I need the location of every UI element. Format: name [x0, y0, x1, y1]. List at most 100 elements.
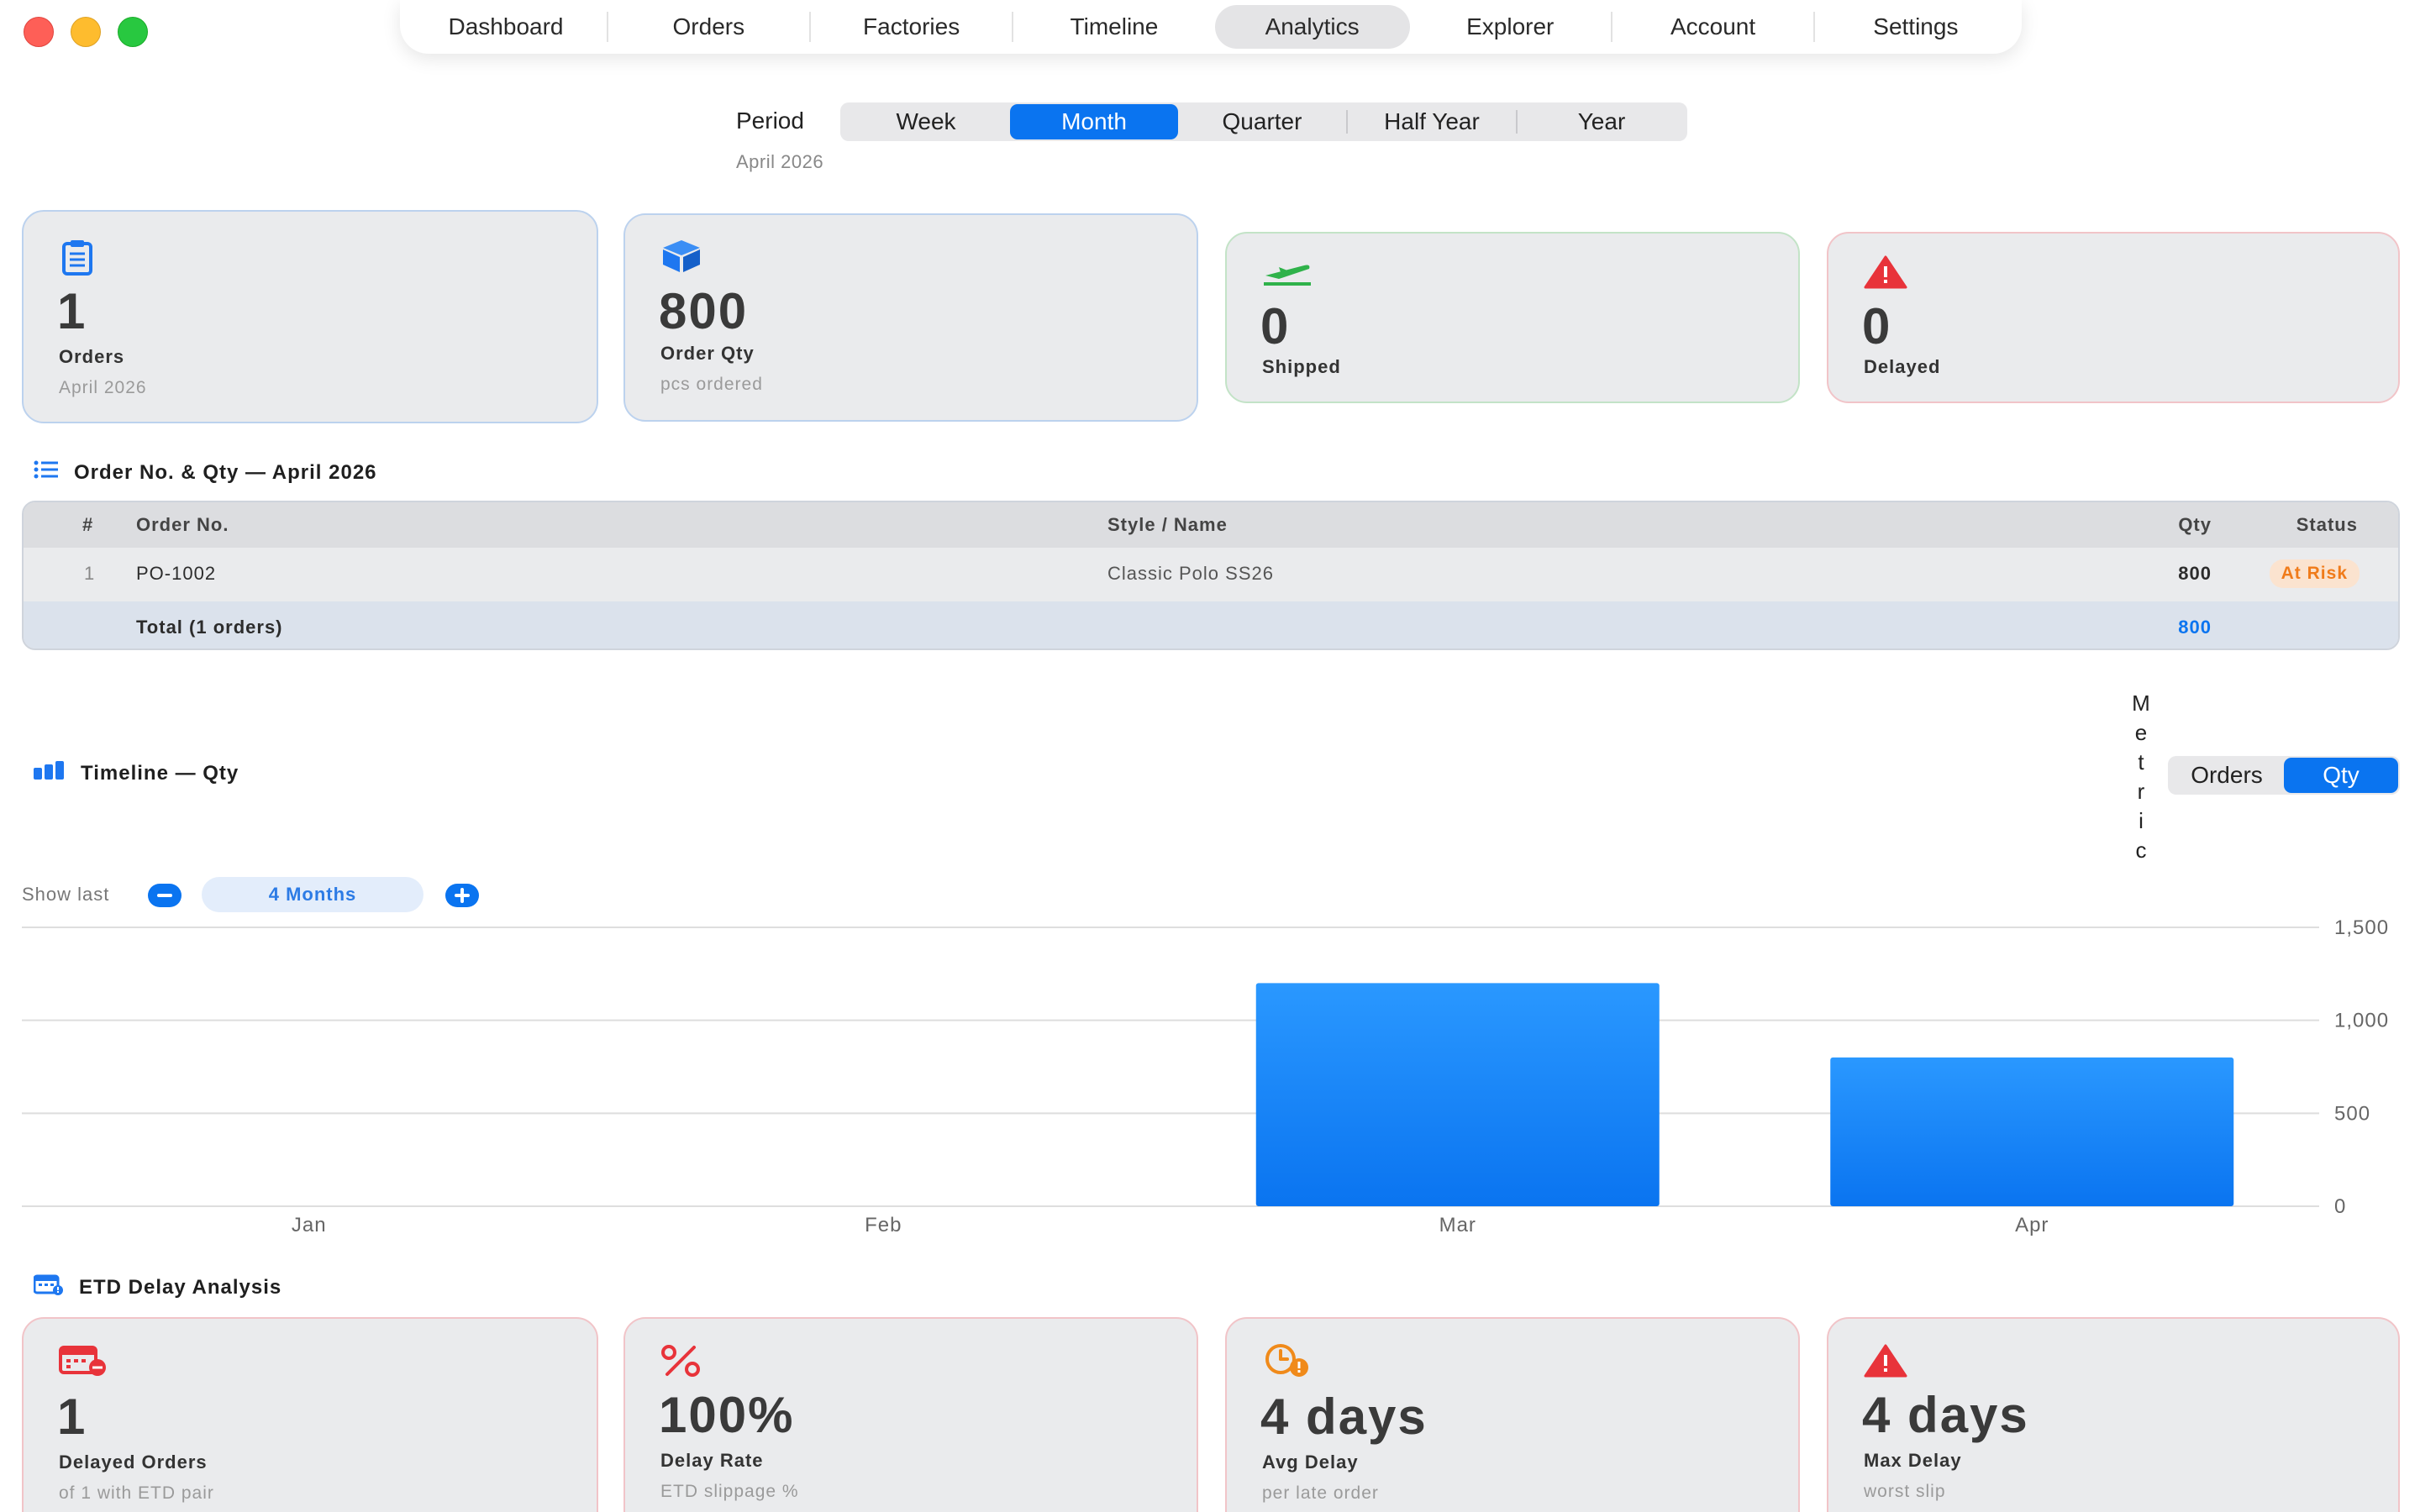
delay-card-delayed-orders: 1 Delayed Orders of 1 with ETD pair	[22, 1317, 598, 1512]
timeline-section-heading: Timeline — Qty	[34, 761, 239, 785]
row-number: 1	[84, 563, 96, 584]
orders-sub: April 2026	[59, 378, 147, 397]
delay-card-avg-delay: 4 days Avg Delay per late order	[1225, 1317, 1800, 1512]
period-segmented-control: Week Month Quarter Half Year Year	[840, 102, 1687, 141]
delayed-orders-sub: of 1 with ETD pair	[59, 1483, 214, 1503]
delayed-orders-label: Delayed Orders	[59, 1452, 208, 1473]
warning-icon	[1864, 255, 1907, 293]
stat-card-orders: 1 Orders April 2026	[22, 210, 598, 423]
etd-section-heading: ETD Delay Analysis	[33, 1273, 282, 1301]
shipped-value: 0	[1260, 298, 1291, 354]
table-header: # Order No. Style / Name Qty Status	[24, 502, 2398, 548]
timeline-section-title: Timeline — Qty	[81, 761, 239, 785]
y-tick-label: 500	[2334, 1102, 2370, 1125]
percent-icon	[660, 1344, 702, 1382]
col-header-style[interactable]: Style / Name	[1107, 514, 1228, 536]
x-tick-label: Jan	[292, 1214, 327, 1236]
col-header-qty[interactable]: Qty	[2178, 514, 2212, 536]
metric-label: M e t r i c	[2132, 690, 2150, 863]
plus-icon	[455, 888, 470, 903]
nav-divider	[1813, 12, 1816, 42]
shipped-label: Shipped	[1262, 356, 1341, 377]
row-qty: 800	[2178, 563, 2212, 584]
window-controls	[24, 17, 148, 47]
delay-card-max-delay: 4 days Max Delay worst slip	[1827, 1317, 2400, 1512]
bar-mar[interactable]	[1255, 983, 1660, 1206]
metric-orders-option[interactable]: Orders	[2170, 758, 2284, 793]
max-delay-value: 4 days	[1862, 1387, 2029, 1443]
maximize-window-button[interactable]	[118, 17, 148, 47]
bar-apr[interactable]	[1830, 1057, 2234, 1206]
metric-qty-option[interactable]: Qty	[2284, 758, 2398, 793]
period-half-year[interactable]: Half Year	[1348, 104, 1516, 139]
avg-delay-sub: per late order	[1262, 1483, 1379, 1503]
status-badge: At Risk	[2269, 559, 2360, 588]
calendar-alert-icon	[33, 1273, 64, 1301]
list-icon	[34, 460, 59, 485]
col-header-order-no[interactable]: Order No.	[136, 514, 229, 536]
stat-card-shipped: 0 Shipped	[1225, 232, 1800, 403]
nav-divider	[1610, 12, 1612, 42]
stat-card-delayed: 0 Delayed	[1827, 232, 2400, 403]
row-style: Classic Polo SS26	[1107, 563, 1274, 584]
avg-delay-label: Avg Delay	[1262, 1452, 1359, 1473]
nav-timeline[interactable]: Timeline	[1017, 5, 1212, 49]
order-qty-sub: pcs ordered	[660, 375, 763, 394]
x-tick-label: Mar	[1439, 1214, 1476, 1236]
nav-factories[interactable]: Factories	[814, 5, 1009, 49]
delay-rate-value: 100%	[659, 1387, 795, 1443]
x-tick-label: Feb	[865, 1214, 902, 1236]
delayed-orders-value: 1	[57, 1389, 87, 1445]
period-month[interactable]: Month	[1010, 104, 1178, 139]
col-header-number: #	[82, 514, 94, 535]
delay-rate-sub: ETD slippage %	[660, 1482, 799, 1501]
nav-divider	[606, 12, 608, 42]
delayed-label: Delayed	[1864, 356, 1941, 377]
delay-card-delay-rate: 100% Delay Rate ETD slippage %	[623, 1317, 1198, 1512]
calendar-x-icon	[59, 1344, 109, 1382]
bar-chart-icon	[34, 761, 66, 785]
period-year[interactable]: Year	[1518, 104, 1686, 139]
period-label: Period	[736, 108, 804, 134]
period-subtitle: April 2026	[736, 151, 824, 172]
airplane-icon	[1262, 257, 1313, 291]
nav-dashboard[interactable]: Dashboard	[408, 5, 603, 49]
col-header-status[interactable]: Status	[2296, 514, 2358, 536]
max-delay-label: Max Delay	[1864, 1450, 1962, 1471]
orders-section-heading: Order No. & Qty — April 2026	[34, 460, 377, 485]
orders-table: # Order No. Style / Name Qty Status 1 PO…	[22, 501, 2400, 650]
delay-rate-label: Delay Rate	[660, 1450, 764, 1471]
etd-section-title: ETD Delay Analysis	[79, 1275, 282, 1299]
stat-card-order-qty: 800 Order Qty pcs ordered	[623, 213, 1198, 422]
orders-section-title: Order No. & Qty — April 2026	[74, 460, 377, 484]
clipboard-icon	[59, 239, 96, 280]
x-tick-label: Apr	[2015, 1214, 2049, 1236]
nav-account[interactable]: Account	[1616, 5, 1811, 49]
y-tick-label: 1,500	[2334, 916, 2389, 939]
delayed-value: 0	[1862, 298, 1892, 354]
avg-delay-value: 4 days	[1260, 1389, 1428, 1445]
order-qty-label: Order Qty	[660, 343, 755, 364]
nav-explorer[interactable]: Explorer	[1413, 5, 1607, 49]
nav-divider	[808, 12, 811, 42]
increase-range-button[interactable]	[445, 884, 479, 907]
nav-analytics[interactable]: Analytics	[1214, 5, 1410, 49]
warning-icon	[1864, 1344, 1907, 1382]
max-delay-sub: worst slip	[1864, 1482, 1946, 1501]
decrease-range-button[interactable]	[148, 884, 182, 907]
nav-settings[interactable]: Settings	[1818, 5, 2013, 49]
row-order-no: PO-1002	[136, 563, 217, 584]
close-window-button[interactable]	[24, 17, 54, 47]
top-navigation: Dashboard Orders Factories Timeline Anal…	[400, 0, 2022, 54]
table-total-row: Total (1 orders) 800	[24, 601, 2398, 648]
cube-icon	[660, 239, 702, 278]
nav-orders[interactable]: Orders	[611, 5, 806, 49]
period-quarter[interactable]: Quarter	[1178, 104, 1346, 139]
period-week[interactable]: Week	[842, 104, 1010, 139]
metric-toggle: Orders Qty	[2168, 756, 2400, 795]
minimize-window-button[interactable]	[71, 17, 101, 47]
total-label: Total (1 orders)	[136, 617, 283, 638]
nav-divider	[1012, 12, 1014, 42]
y-tick-label: 0	[2334, 1195, 2346, 1218]
table-row[interactable]: 1 PO-1002 Classic Polo SS26 800 At Risk	[24, 548, 2398, 600]
